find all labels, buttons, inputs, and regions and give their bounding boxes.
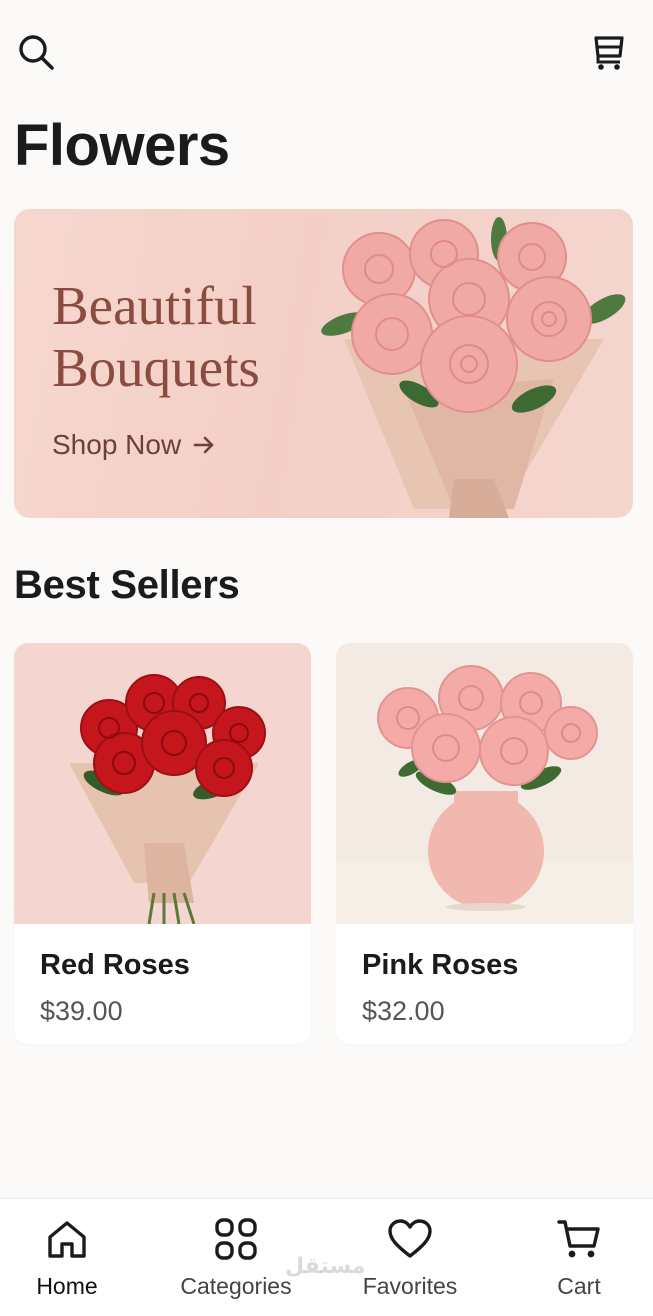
shop-now-label: Shop Now [52,429,182,460]
cart-icon [555,1215,603,1263]
arrow-right-icon [193,436,214,454]
nav-item-cart[interactable]: Cart [504,1215,653,1311]
section-title-best-sellers: Best Sellers [14,563,240,607]
home-icon [43,1215,91,1263]
search-button[interactable] [14,30,58,74]
hero-title: Beautiful Bouquets [52,275,260,398]
cart-button[interactable] [587,30,631,74]
nav-label-categories: Categories [180,1273,292,1299]
nav-item-home[interactable]: Home [0,1215,142,1311]
bouquet-image [321,217,626,518]
heart-icon [386,1215,434,1263]
product-price: $32.00 [362,996,445,1026]
pink-roses-image [336,643,633,924]
watermark: مستقل [285,1253,366,1278]
nav-label-home: Home [36,1273,98,1299]
nav-label-cart: Cart [557,1273,601,1299]
product-name: Pink Roses [362,949,519,981]
grid-icon [212,1215,260,1263]
product-price: $39.00 [40,996,123,1026]
search-icon [19,35,54,70]
nav-label-favorites: Favorites [362,1273,458,1299]
product-card-pink-roses[interactable]: Pink Roses $32.00 [336,643,633,1044]
cart-icon [594,36,624,70]
hero-banner[interactable]: Beautiful Bouquets Shop Now [14,209,633,518]
page-title: Flowers [14,113,230,178]
red-roses-image [14,643,311,924]
top-bar [14,30,631,74]
product-name: Red Roses [40,949,190,981]
shop-now-link[interactable]: Shop Now [52,429,215,461]
product-card-red-roses[interactable]: Red Roses $39.00 [14,643,311,1044]
